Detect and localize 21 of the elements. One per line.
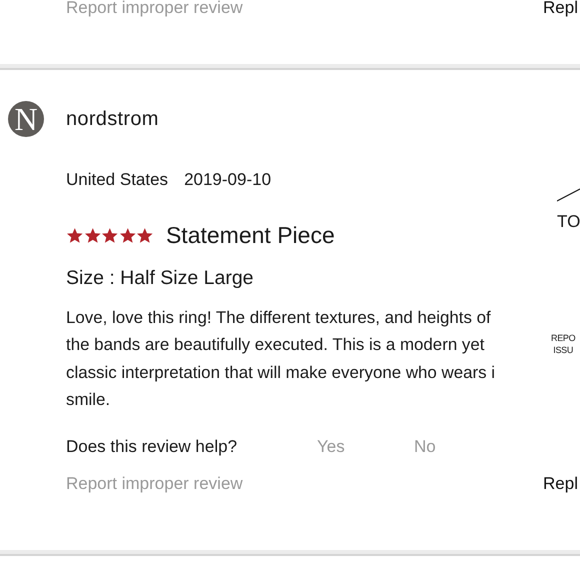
star-icon — [136, 226, 154, 244]
yes-button[interactable]: Yes — [317, 436, 414, 458]
star-icon — [66, 226, 84, 244]
reviewer-name: nordstrom — [66, 108, 159, 130]
country-text: United States — [66, 169, 168, 191]
no-button[interactable]: No — [414, 436, 511, 458]
avatar: N — [8, 101, 44, 137]
review-title: Statement Piece — [166, 222, 335, 248]
size-text: Size : Half Size Large — [66, 266, 254, 290]
report-link[interactable]: Report improper review — [66, 0, 243, 18]
helpful-question: Does this review help? — [66, 436, 238, 458]
star-icon — [101, 226, 119, 244]
report-link[interactable]: Report improper review — [66, 474, 243, 494]
reply-link[interactable]: Repl — [543, 474, 578, 494]
side-label: TO — [557, 212, 580, 232]
reply-link[interactable]: Repl — [543, 0, 578, 18]
review-date: 2019-09-10 — [184, 169, 272, 191]
star-icon — [84, 226, 102, 244]
star-icon — [118, 226, 136, 244]
report-issue-label: REPO ISSU — [551, 332, 576, 356]
review-body: Love, love this ring! The different textures, and heights of the bands are beautifully executed. This is a modern yet classic interpretation that will make everyone who wears i smile. — [66, 307, 496, 411]
